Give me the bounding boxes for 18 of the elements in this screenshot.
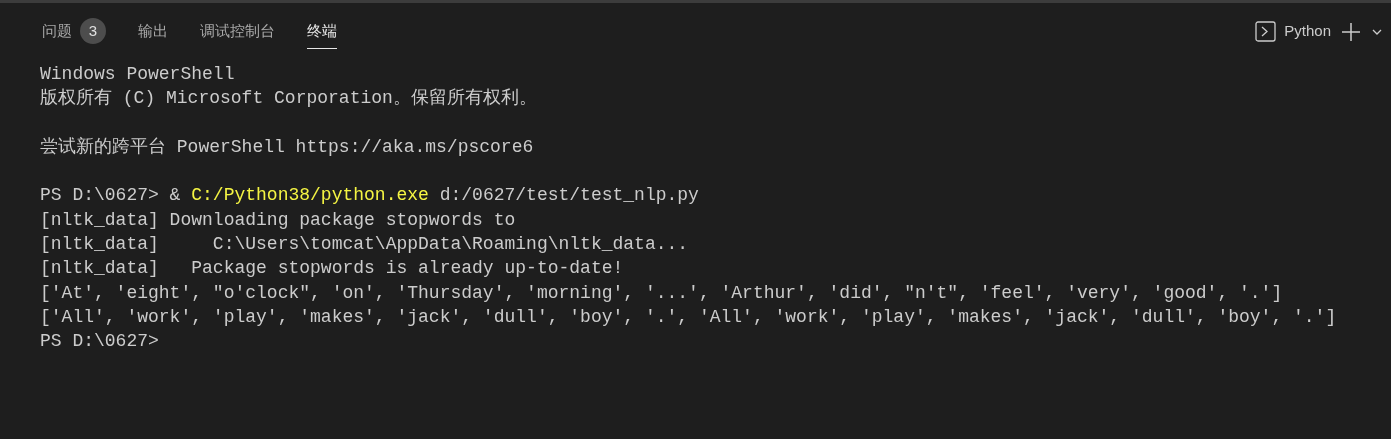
terminal-line: ['At', 'eight', "o'clock", 'on', 'Thursday', 'morning', '...', 'Arthur', 'did', "n't", 'feel', 'very', 'good', '.'] [40,281,1284,305]
terminal-line: [nltk_data] C:\Users\tomcat\AppData\Roaming\nltk_data... [40,233,690,257]
terminal-line: PS D:\0627> & C:/Python38/python.exe d:/0627/test/test_nlp.py [40,184,700,208]
terminal-icon [1255,21,1277,42]
terminal-line: PS D:\0627> [40,330,160,354]
terminal-line: ['All', 'work', 'play', 'makes', 'jack', 'dull', 'boy', '.', 'All', 'work', 'play', 'makes', 'jack', 'dull', 'boy', '.'] [40,305,1338,329]
panel-tab[interactable]: 输出 [138,14,168,49]
count-badge: 3 [80,18,106,44]
terminal-line: 版权所有 (C) Microsoft Corporation。保留所有权利。 [40,87,538,111]
plus-icon[interactable] [1341,21,1361,42]
terminal-profile-button[interactable]: Python [1255,20,1331,43]
panel-tab[interactable]: 问题 3 [42,14,106,49]
terminal-line: [nltk_data] Downloading package stopwords to [40,208,517,232]
panel-tab[interactable]: 调试控制台 [200,14,275,49]
panel-tab[interactable]: 终端 [307,14,337,49]
terminal-line: Windows PowerShell [40,63,236,86]
terminal-line: 尝试新的跨平台 PowerShell https://aka.ms/pscore6 [40,135,535,159]
terminal-line: [nltk_data] Package stopwords is already up-to-date! [40,257,625,281]
